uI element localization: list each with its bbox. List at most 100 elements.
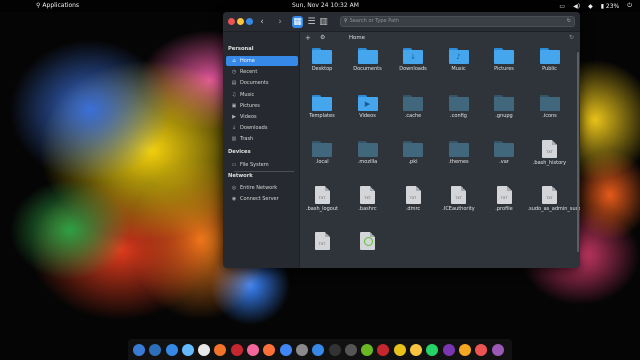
sidebar-item-label: Downloads bbox=[240, 125, 268, 132]
firefox-icon[interactable] bbox=[263, 343, 276, 356]
image-icon[interactable] bbox=[458, 343, 471, 356]
files-icon[interactable] bbox=[165, 343, 178, 356]
folder-item[interactable]: .themes bbox=[437, 140, 481, 184]
sidebar-item-label: File System bbox=[240, 162, 269, 168]
file-item[interactable]: TXT .profile bbox=[482, 186, 526, 230]
workspaces-icon[interactable] bbox=[149, 343, 162, 356]
archive-icon[interactable] bbox=[393, 343, 406, 356]
sidebar-item-recent[interactable]: ◷ Recent bbox=[226, 67, 298, 77]
folder-item[interactable]: Pictures bbox=[482, 47, 526, 91]
photos-icon[interactable] bbox=[247, 343, 260, 356]
terminal-icon[interactable] bbox=[328, 343, 341, 356]
folder-item[interactable]: .var bbox=[482, 140, 526, 184]
folder-item[interactable]: Public bbox=[528, 47, 572, 91]
notes-icon[interactable] bbox=[410, 343, 423, 356]
sidebar-item-home[interactable]: ⌂ Home bbox=[226, 56, 298, 66]
battery-indicator[interactable]: ▮ 23% bbox=[601, 3, 620, 10]
folder-item[interactable]: .icons bbox=[528, 94, 572, 138]
folder-item[interactable]: .gnupg bbox=[482, 94, 526, 138]
music-icon[interactable] bbox=[214, 343, 227, 356]
maximize-window-button[interactable] bbox=[246, 18, 253, 25]
folder-icon bbox=[312, 95, 332, 111]
drive-icon: ▭ bbox=[231, 162, 237, 168]
folder-item[interactable]: ♪ Music bbox=[437, 47, 481, 91]
power-icon[interactable]: ⏻ bbox=[627, 2, 632, 10]
appcenter-icon[interactable] bbox=[312, 343, 325, 356]
sidebar-item-videos[interactable]: ▶ Videos bbox=[226, 112, 298, 122]
mail-icon[interactable] bbox=[181, 343, 194, 356]
folder-item[interactable]: .mozilla bbox=[346, 140, 390, 184]
file-item[interactable]: TXT .bashrc bbox=[346, 186, 390, 230]
battery-percent: 23% bbox=[605, 2, 620, 10]
clock[interactable]: Sun, Nov 24 10:32 AM bbox=[292, 2, 359, 9]
list-view-button[interactable]: ☰ bbox=[306, 16, 317, 28]
file-label: Desktop bbox=[311, 66, 333, 72]
folder-item[interactable]: .cache bbox=[391, 94, 435, 138]
file-item[interactable]: TXT .bash_logout bbox=[300, 186, 344, 230]
path-bar: + ⚙ Home ↻ bbox=[300, 32, 580, 44]
folder-item[interactable]: Templates bbox=[300, 94, 344, 138]
sidebar-item-downloads[interactable]: ↓ Downloads bbox=[226, 123, 298, 133]
recorder-icon[interactable] bbox=[475, 343, 488, 356]
folder-item[interactable]: ▶ Videos bbox=[346, 94, 390, 138]
file-item[interactable]: TXT .ICEauthority bbox=[437, 186, 481, 230]
new-tab-button[interactable]: + bbox=[305, 34, 311, 42]
sidebar-item-file-system[interactable]: ▭ File System bbox=[226, 160, 298, 170]
whatsapp-icon[interactable] bbox=[426, 343, 439, 356]
file-item[interactable]: TXT .bash_history bbox=[528, 140, 572, 184]
folder-item[interactable]: .local bbox=[300, 140, 344, 184]
sidebar-item-pictures[interactable]: ▣ Pictures bbox=[226, 101, 298, 111]
settings-icon[interactable]: ⚙ bbox=[320, 34, 325, 41]
file-view: + ⚙ Home ↻ Desktop Documents ↓ Downloads ♪ Mu… bbox=[300, 32, 580, 268]
sidebar-item-label: Home bbox=[240, 58, 255, 64]
multitasking-view-icon[interactable] bbox=[133, 343, 145, 356]
sidebar-item-documents[interactable]: ▤ Documents bbox=[226, 78, 298, 88]
network-icon[interactable]: ◆ bbox=[588, 3, 593, 10]
folder-item[interactable]: .pki bbox=[391, 140, 435, 184]
file-item[interactable]: TXT bbox=[300, 232, 344, 268]
refresh-icon[interactable]: ↻ bbox=[567, 17, 571, 26]
file-label: .gnupg bbox=[495, 113, 513, 119]
folder-item[interactable]: ↓ Downloads bbox=[391, 47, 435, 91]
screenshot-icon[interactable] bbox=[344, 343, 357, 356]
app-icon[interactable] bbox=[442, 343, 455, 356]
folder-item[interactable]: Documents bbox=[346, 47, 390, 91]
minimize-window-button[interactable] bbox=[237, 18, 244, 25]
grid-view-button[interactable]: ▦ bbox=[292, 16, 303, 28]
scrollbar[interactable] bbox=[577, 52, 579, 252]
text-file-icon: TXT bbox=[314, 186, 330, 204]
folder-icon bbox=[403, 141, 423, 157]
file-item[interactable]: TXT .sudo_as_admin_successful bbox=[528, 186, 580, 230]
sidebar-item-music[interactable]: ♫ Music bbox=[226, 90, 298, 100]
personal-heading: Personal bbox=[228, 46, 254, 52]
reload-icon[interactable]: ↻ bbox=[569, 34, 574, 41]
file-item[interactable]: TXT .dmrc bbox=[391, 186, 435, 230]
calendar-icon[interactable] bbox=[198, 343, 211, 356]
search-input[interactable]: ⚲ Search or Type Path ↻ bbox=[340, 16, 575, 27]
display-icon[interactable]: ▭ bbox=[559, 3, 565, 10]
editor-icon[interactable] bbox=[361, 343, 374, 356]
recent-icon: ◷ bbox=[231, 69, 237, 76]
forward-button[interactable]: › bbox=[275, 16, 285, 28]
folder-icon bbox=[357, 141, 378, 157]
videos-icon[interactable] bbox=[230, 343, 243, 356]
sidebar-item-label: Trash bbox=[240, 136, 254, 143]
applications-menu[interactable]: ⚲ Applications bbox=[36, 2, 79, 9]
close-window-button[interactable] bbox=[228, 18, 235, 25]
settings-icon[interactable] bbox=[295, 343, 308, 356]
back-button[interactable]: ‹ bbox=[257, 16, 267, 28]
volume-icon[interactable]: ◀) bbox=[573, 3, 580, 10]
folder-item[interactable]: Desktop bbox=[300, 47, 344, 91]
network-icon: ◎ bbox=[231, 185, 237, 191]
column-view-button[interactable]: ▥ bbox=[318, 16, 329, 28]
tool-icon[interactable] bbox=[377, 343, 390, 356]
sidebar-item-connect-server[interactable]: ◉ Connect Server bbox=[226, 194, 298, 204]
folder-item[interactable]: .config bbox=[437, 94, 481, 138]
app2-icon[interactable] bbox=[491, 343, 504, 356]
file-item[interactable] bbox=[346, 232, 390, 268]
path-home-label[interactable]: Home bbox=[349, 35, 365, 41]
sidebar-item-trash[interactable]: ▥ Trash bbox=[226, 134, 298, 144]
file-label: .bash_logout bbox=[306, 206, 338, 212]
chrome-icon[interactable] bbox=[279, 343, 292, 356]
sidebar-item-entire-network[interactable]: ◎ Entire Network bbox=[226, 183, 298, 193]
